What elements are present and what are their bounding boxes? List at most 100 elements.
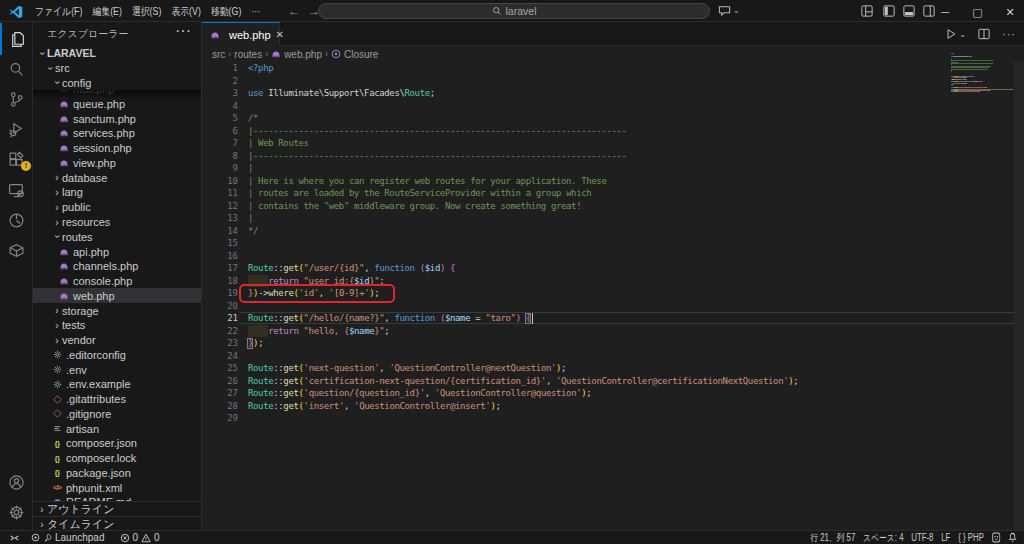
indentation-item[interactable]: スペース: 4 — [860, 531, 908, 544]
php-file-icon — [59, 291, 69, 301]
chevron-right-icon: › — [52, 172, 62, 183]
problems-item[interactable]: 0 0 — [115, 531, 165, 544]
tree-sticky-config[interactable]: ›config — [33, 76, 202, 91]
run-button[interactable]: ⌄ — [945, 28, 966, 40]
tree-item-tests[interactable]: ›tests — [33, 318, 202, 333]
tree-item-resources[interactable]: ›resources — [33, 215, 202, 230]
tree-item-artisan[interactable]: artisan — [33, 421, 202, 436]
language-mode-item[interactable]: { }PHP — [955, 531, 989, 544]
breadcrumb-src[interactable]: src — [212, 49, 225, 60]
tree-item-api-php[interactable]: api.php — [33, 244, 202, 259]
tree-item-routes[interactable]: ›routes — [33, 229, 202, 244]
php-file-icon — [210, 30, 220, 40]
settings-gear-icon[interactable] — [0, 496, 33, 528]
line-number: 14 — [202, 225, 238, 238]
tree-item--editorconfig[interactable]: .editorconfig — [33, 347, 202, 362]
split-editor-icon[interactable] — [978, 28, 990, 40]
code-line-9: 9| — [202, 162, 1024, 175]
menu-3[interactable]: 表示(V) — [166, 0, 205, 22]
remote-explorer-icon[interactable] — [0, 174, 33, 206]
breadcrumb-file[interactable]: web.php — [284, 49, 322, 60]
breadcrumb-symbol[interactable]: Closure — [344, 49, 378, 60]
tree-item--gitignore[interactable]: .gitignore — [33, 407, 202, 422]
remote-indicator[interactable] — [0, 531, 25, 544]
explorer-icon[interactable] — [0, 23, 33, 55]
minimize-button[interactable]: ─ — [931, 1, 959, 23]
tree-item--env-example[interactable]: .env.example — [33, 377, 202, 392]
tree-item-package-json[interactable]: {}package.json — [33, 466, 202, 481]
tree-sticky-LARAVEL[interactable]: ›LARAVEL — [33, 46, 202, 61]
close-button[interactable]: ✕ — [996, 1, 1024, 23]
code-line-17: 17Route::get("/user/{id}", function ($id… — [202, 262, 1024, 275]
php-file-icon — [59, 99, 69, 109]
tab-web-php[interactable]: web.php ✕ — [202, 22, 280, 46]
editor-scrollbar[interactable] — [1014, 62, 1024, 530]
breadcrumb-routes[interactable]: routes — [234, 49, 262, 60]
launchpad-item[interactable]: Launchpad — [26, 531, 110, 544]
menu-5[interactable]: ··· — [246, 0, 265, 22]
line-number: 25 — [202, 362, 238, 375]
git-file-icon — [52, 409, 62, 419]
run-debug-icon[interactable] — [0, 113, 33, 145]
gear-file-icon — [52, 350, 62, 360]
tree-item-channels-php[interactable]: channels.php — [33, 259, 202, 274]
code-line-4: 4 — [202, 100, 1024, 113]
search-icon[interactable] — [0, 53, 33, 85]
menu-0[interactable]: ファイル(F) — [30, 0, 87, 22]
tree-item-web-php[interactable]: web.php — [33, 288, 202, 303]
outline-section[interactable]: ›アウトライン — [33, 501, 202, 516]
chat-dropdown-caret[interactable]: ⌄ — [733, 0, 740, 22]
menu-4[interactable]: 移動(G) — [206, 0, 246, 22]
tree-sticky-src[interactable]: ›src — [33, 61, 202, 76]
tree-item-storage[interactable]: ›storage — [33, 303, 202, 318]
line-number: 2 — [202, 75, 238, 88]
toggle-sidebar-icon[interactable] — [883, 5, 895, 17]
nav-back-button[interactable]: ← — [288, 0, 300, 22]
sidebar-more-actions[interactable]: ··· — [175, 22, 191, 40]
menu-2[interactable]: 選択(S) — [127, 0, 166, 22]
tree-item-lang[interactable]: ›lang — [33, 185, 202, 200]
run-dropdown-caret[interactable]: ⌄ — [959, 30, 966, 39]
extensions-icon[interactable]: ! — [0, 143, 33, 175]
tree-item-view-php[interactable]: view.php — [33, 156, 202, 171]
tree-item-sanctum-php[interactable]: sanctum.php — [33, 111, 202, 126]
containers-icon[interactable] — [0, 234, 33, 266]
symbol-closure-icon — [331, 49, 341, 59]
tab-close-icon[interactable]: ✕ — [276, 29, 284, 40]
command-center-search[interactable]: laravel — [318, 3, 710, 19]
php-file-icon — [59, 114, 69, 124]
line-number: 26 — [202, 375, 238, 388]
tree-item-vendor[interactable]: ›vendor — [33, 333, 202, 348]
tree-item-session-php[interactable]: session.php — [33, 141, 202, 156]
menu-1[interactable]: 編集(E) — [87, 0, 126, 22]
tree-item-console-php[interactable]: console.php — [33, 274, 202, 289]
encoding-item[interactable]: UTF-8 — [908, 531, 938, 544]
tree-item-services-php[interactable]: services.php — [33, 126, 202, 141]
code-editor[interactable]: 1<?php23use Illuminate\Support\Facades\R… — [202, 62, 1024, 530]
tree-item-database[interactable]: ›database — [33, 170, 202, 185]
tree-item-composer-json[interactable]: {}composer.json — [33, 436, 202, 451]
chat-icon[interactable] — [718, 5, 731, 17]
notifications-bell-icon[interactable] — [1005, 531, 1024, 544]
maximize-button[interactable]: ▢ — [964, 1, 992, 23]
title-bar: ファイル(F)編集(E)選択(S)表示(V)移動(G)··· ← → larav… — [0, 0, 1024, 22]
tree-item--env[interactable]: .env — [33, 362, 202, 377]
customize-layout-icon[interactable] — [861, 5, 873, 17]
account-icon[interactable] — [0, 466, 33, 498]
tree-item--gitattributes[interactable]: .gitattributes — [33, 392, 202, 407]
tree-item-phpunit-xml[interactable]: </>phpunit.xml — [33, 480, 202, 495]
tree-item-composer-lock[interactable]: {}composer.lock — [33, 451, 202, 466]
toggle-panel-icon[interactable] — [903, 5, 915, 17]
artisan-file-icon — [52, 424, 62, 434]
feedback-icon[interactable] — [988, 531, 1004, 544]
more-actions-icon[interactable]: ··· — [1002, 28, 1016, 40]
source-control-icon[interactable] — [0, 83, 33, 115]
annotation-red-box — [239, 284, 395, 303]
eol-item[interactable]: LF — [938, 531, 955, 544]
tree-item-public[interactable]: ›public — [33, 200, 202, 215]
editor-tabs-bar: web.php ✕ ⌄ ··· — [202, 22, 1024, 46]
run-profile-icon[interactable] — [0, 204, 33, 236]
explorer-sidebar: エクスプローラー ··· mail.phpqueue.phpsanctum.ph… — [33, 22, 202, 530]
timeline-section[interactable]: ›タイムライン — [33, 516, 202, 530]
cursor-position-item[interactable]: 行 21、列 57 — [807, 531, 860, 544]
